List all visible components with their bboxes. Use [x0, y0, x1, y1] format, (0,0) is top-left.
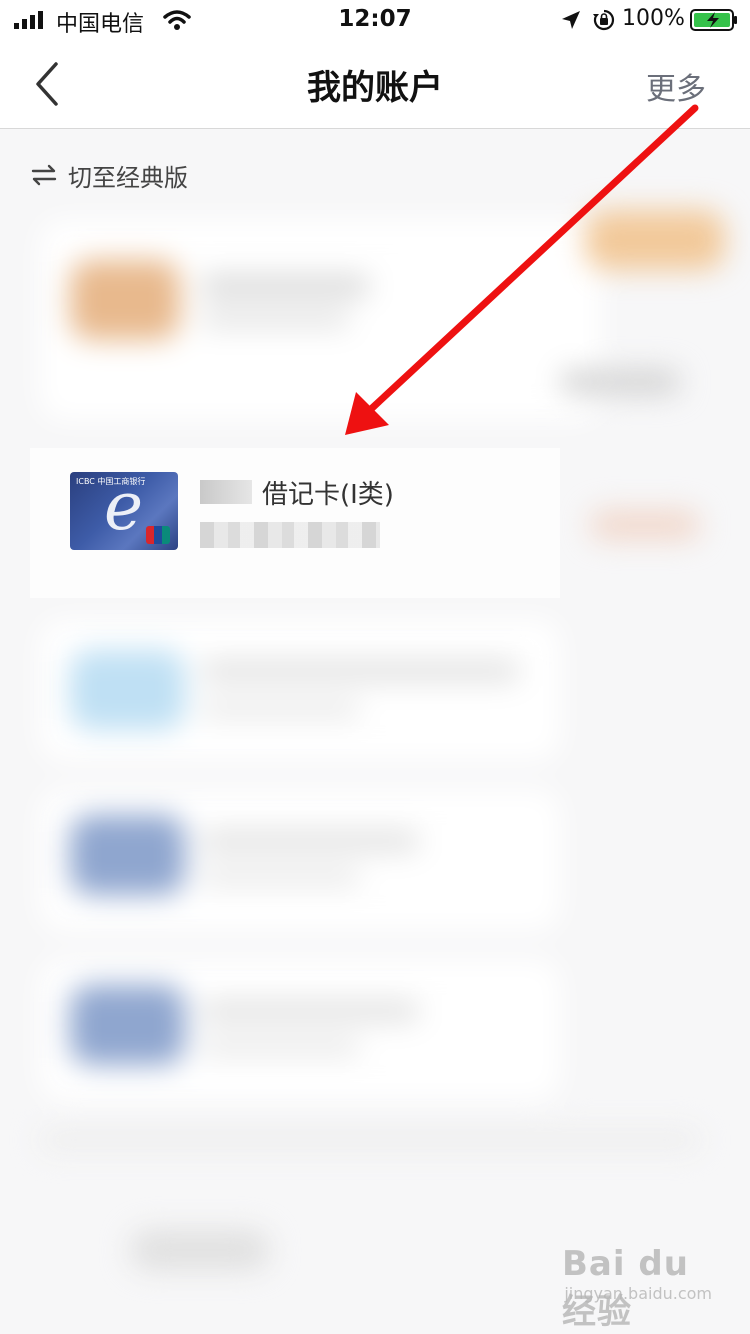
- rotation-lock-icon: [593, 9, 615, 31]
- blurred-account-list: [0, 200, 750, 1334]
- redacted-card-number-mask: [200, 522, 380, 548]
- more-button[interactable]: 更多: [646, 64, 706, 108]
- swap-arrows-icon: [31, 164, 57, 186]
- bank-card-thumbnail: ICBC 中国工商银行 e: [70, 472, 178, 550]
- switch-version-button[interactable]: 切至经典版: [30, 158, 188, 192]
- redacted-name-mask: [200, 480, 252, 504]
- annotation-arrow-icon: [345, 104, 699, 435]
- battery-charging-icon: [690, 9, 737, 31]
- status-bar: 中国电信 12:07 100%: [0, 0, 750, 40]
- page-title: 我的账户: [307, 68, 443, 108]
- baidu-jingyan-watermark: Bai du 经验 jingyan.baidu.com: [562, 1244, 712, 1332]
- switch-version-label: 切至经典版: [68, 163, 188, 192]
- debit-card-account-row[interactable]: ICBC 中国工商银行 e 借记卡(Ⅰ类): [30, 448, 560, 598]
- navigation-bar: 我的账户 更多: [0, 40, 750, 129]
- card-e-logo-icon: e: [104, 472, 144, 545]
- watermark-url: jingyan.baidu.com: [564, 1284, 712, 1303]
- account-type-label: 借记卡(Ⅰ类): [262, 480, 394, 510]
- unionpay-logo-icon: [146, 526, 170, 544]
- location-icon: [562, 11, 580, 29]
- battery-percent: 100%: [622, 6, 685, 31]
